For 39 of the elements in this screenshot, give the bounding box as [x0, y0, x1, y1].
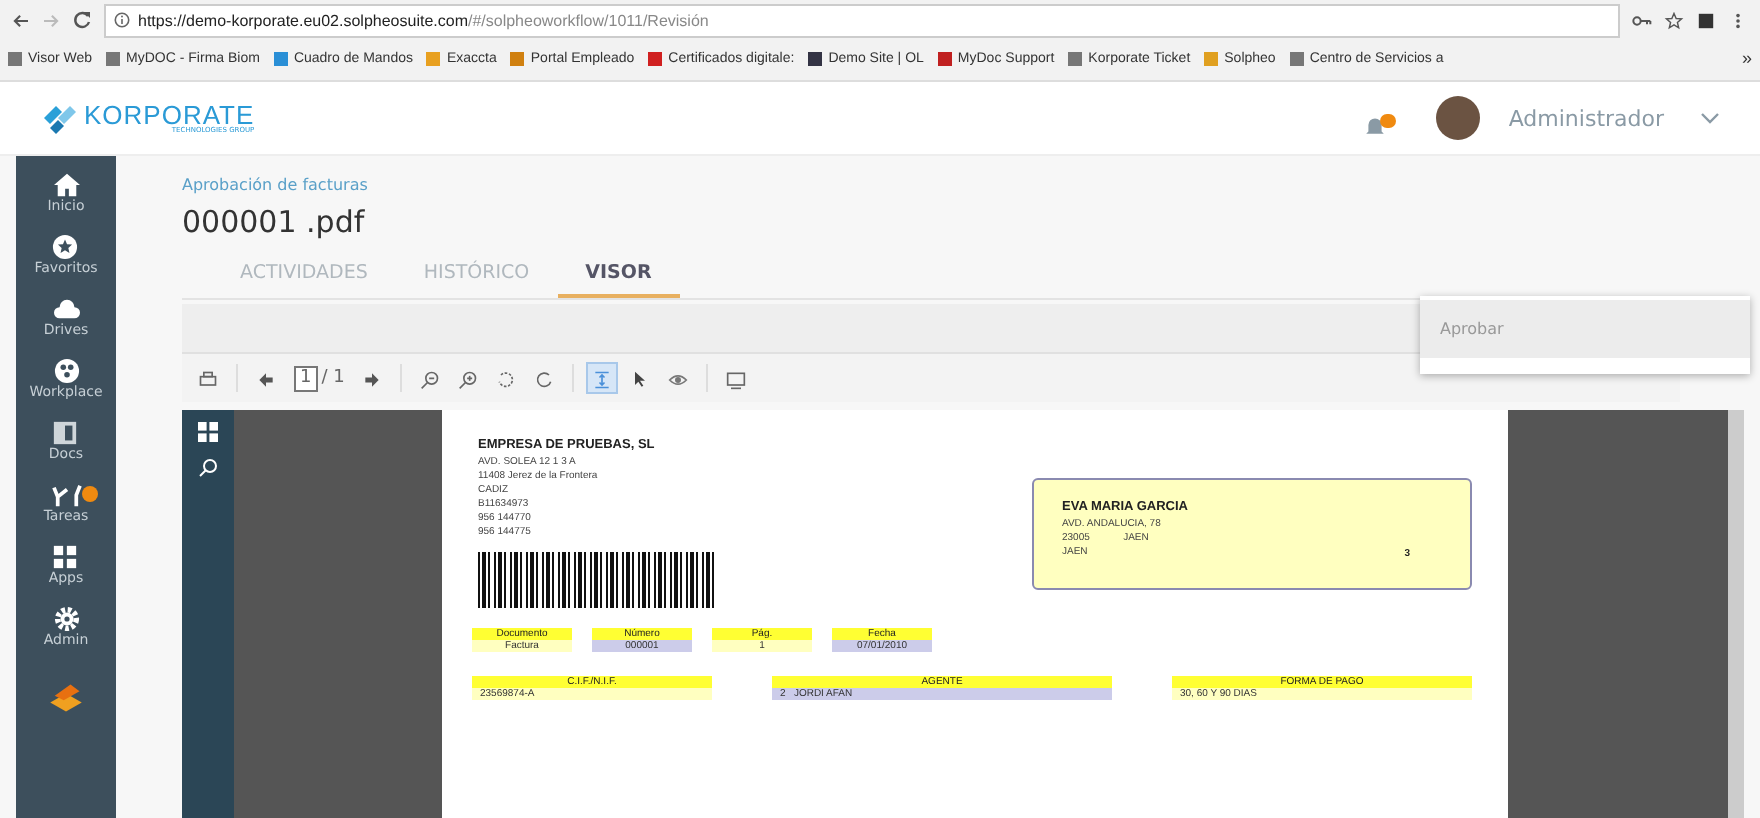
logo-text: KORPORATE — [84, 101, 255, 128]
scrollbar[interactable] — [1728, 410, 1744, 818]
cloud-icon — [51, 296, 81, 322]
zoomout-icon — [420, 368, 441, 392]
tasks-icon — [51, 482, 81, 508]
apps-icon — [50, 544, 81, 570]
chevron-down-icon[interactable] — [1700, 112, 1720, 124]
pointer-icon — [630, 368, 651, 392]
document-title: 000001 .pdf — [182, 204, 367, 240]
logo-icon — [40, 102, 80, 134]
tab[interactable]: VISOR — [557, 254, 680, 298]
thumbnails-icon[interactable] — [198, 422, 218, 442]
extension-icon[interactable] — [1696, 11, 1716, 29]
layers-icon[interactable] — [48, 680, 84, 716]
avatar[interactable] — [1436, 96, 1481, 140]
reload-icon[interactable] — [72, 10, 92, 30]
more-bookmarks-icon[interactable]: » — [1741, 48, 1752, 68]
fit-icon — [592, 368, 613, 392]
print-icon — [198, 368, 218, 392]
docs-icon — [50, 420, 81, 446]
next-icon — [362, 368, 383, 392]
rotl-icon — [496, 368, 517, 392]
key-icon[interactable] — [1632, 11, 1652, 29]
page-count: / 1 — [321, 368, 345, 388]
prev-icon — [256, 368, 276, 392]
notification-badge — [1380, 114, 1397, 128]
home-icon — [51, 172, 81, 198]
back-icon[interactable] — [12, 13, 30, 27]
gear-icon — [51, 606, 81, 632]
info-icon[interactable] — [114, 12, 130, 28]
workplace-icon — [51, 358, 81, 384]
zoomin-icon — [458, 368, 479, 392]
star-icon[interactable] — [1664, 11, 1684, 29]
rotr-icon — [534, 368, 555, 392]
page-number-field[interactable]: 1 — [294, 365, 318, 391]
bell-icon[interactable] — [1364, 114, 1387, 136]
address-bar[interactable]: https://demo-korporate.eu02.solpheosuite.com/#/solpheoworkflow/1011/Revisión — [104, 3, 1620, 37]
screen-icon — [726, 368, 747, 392]
search-icon[interactable] — [198, 458, 218, 478]
